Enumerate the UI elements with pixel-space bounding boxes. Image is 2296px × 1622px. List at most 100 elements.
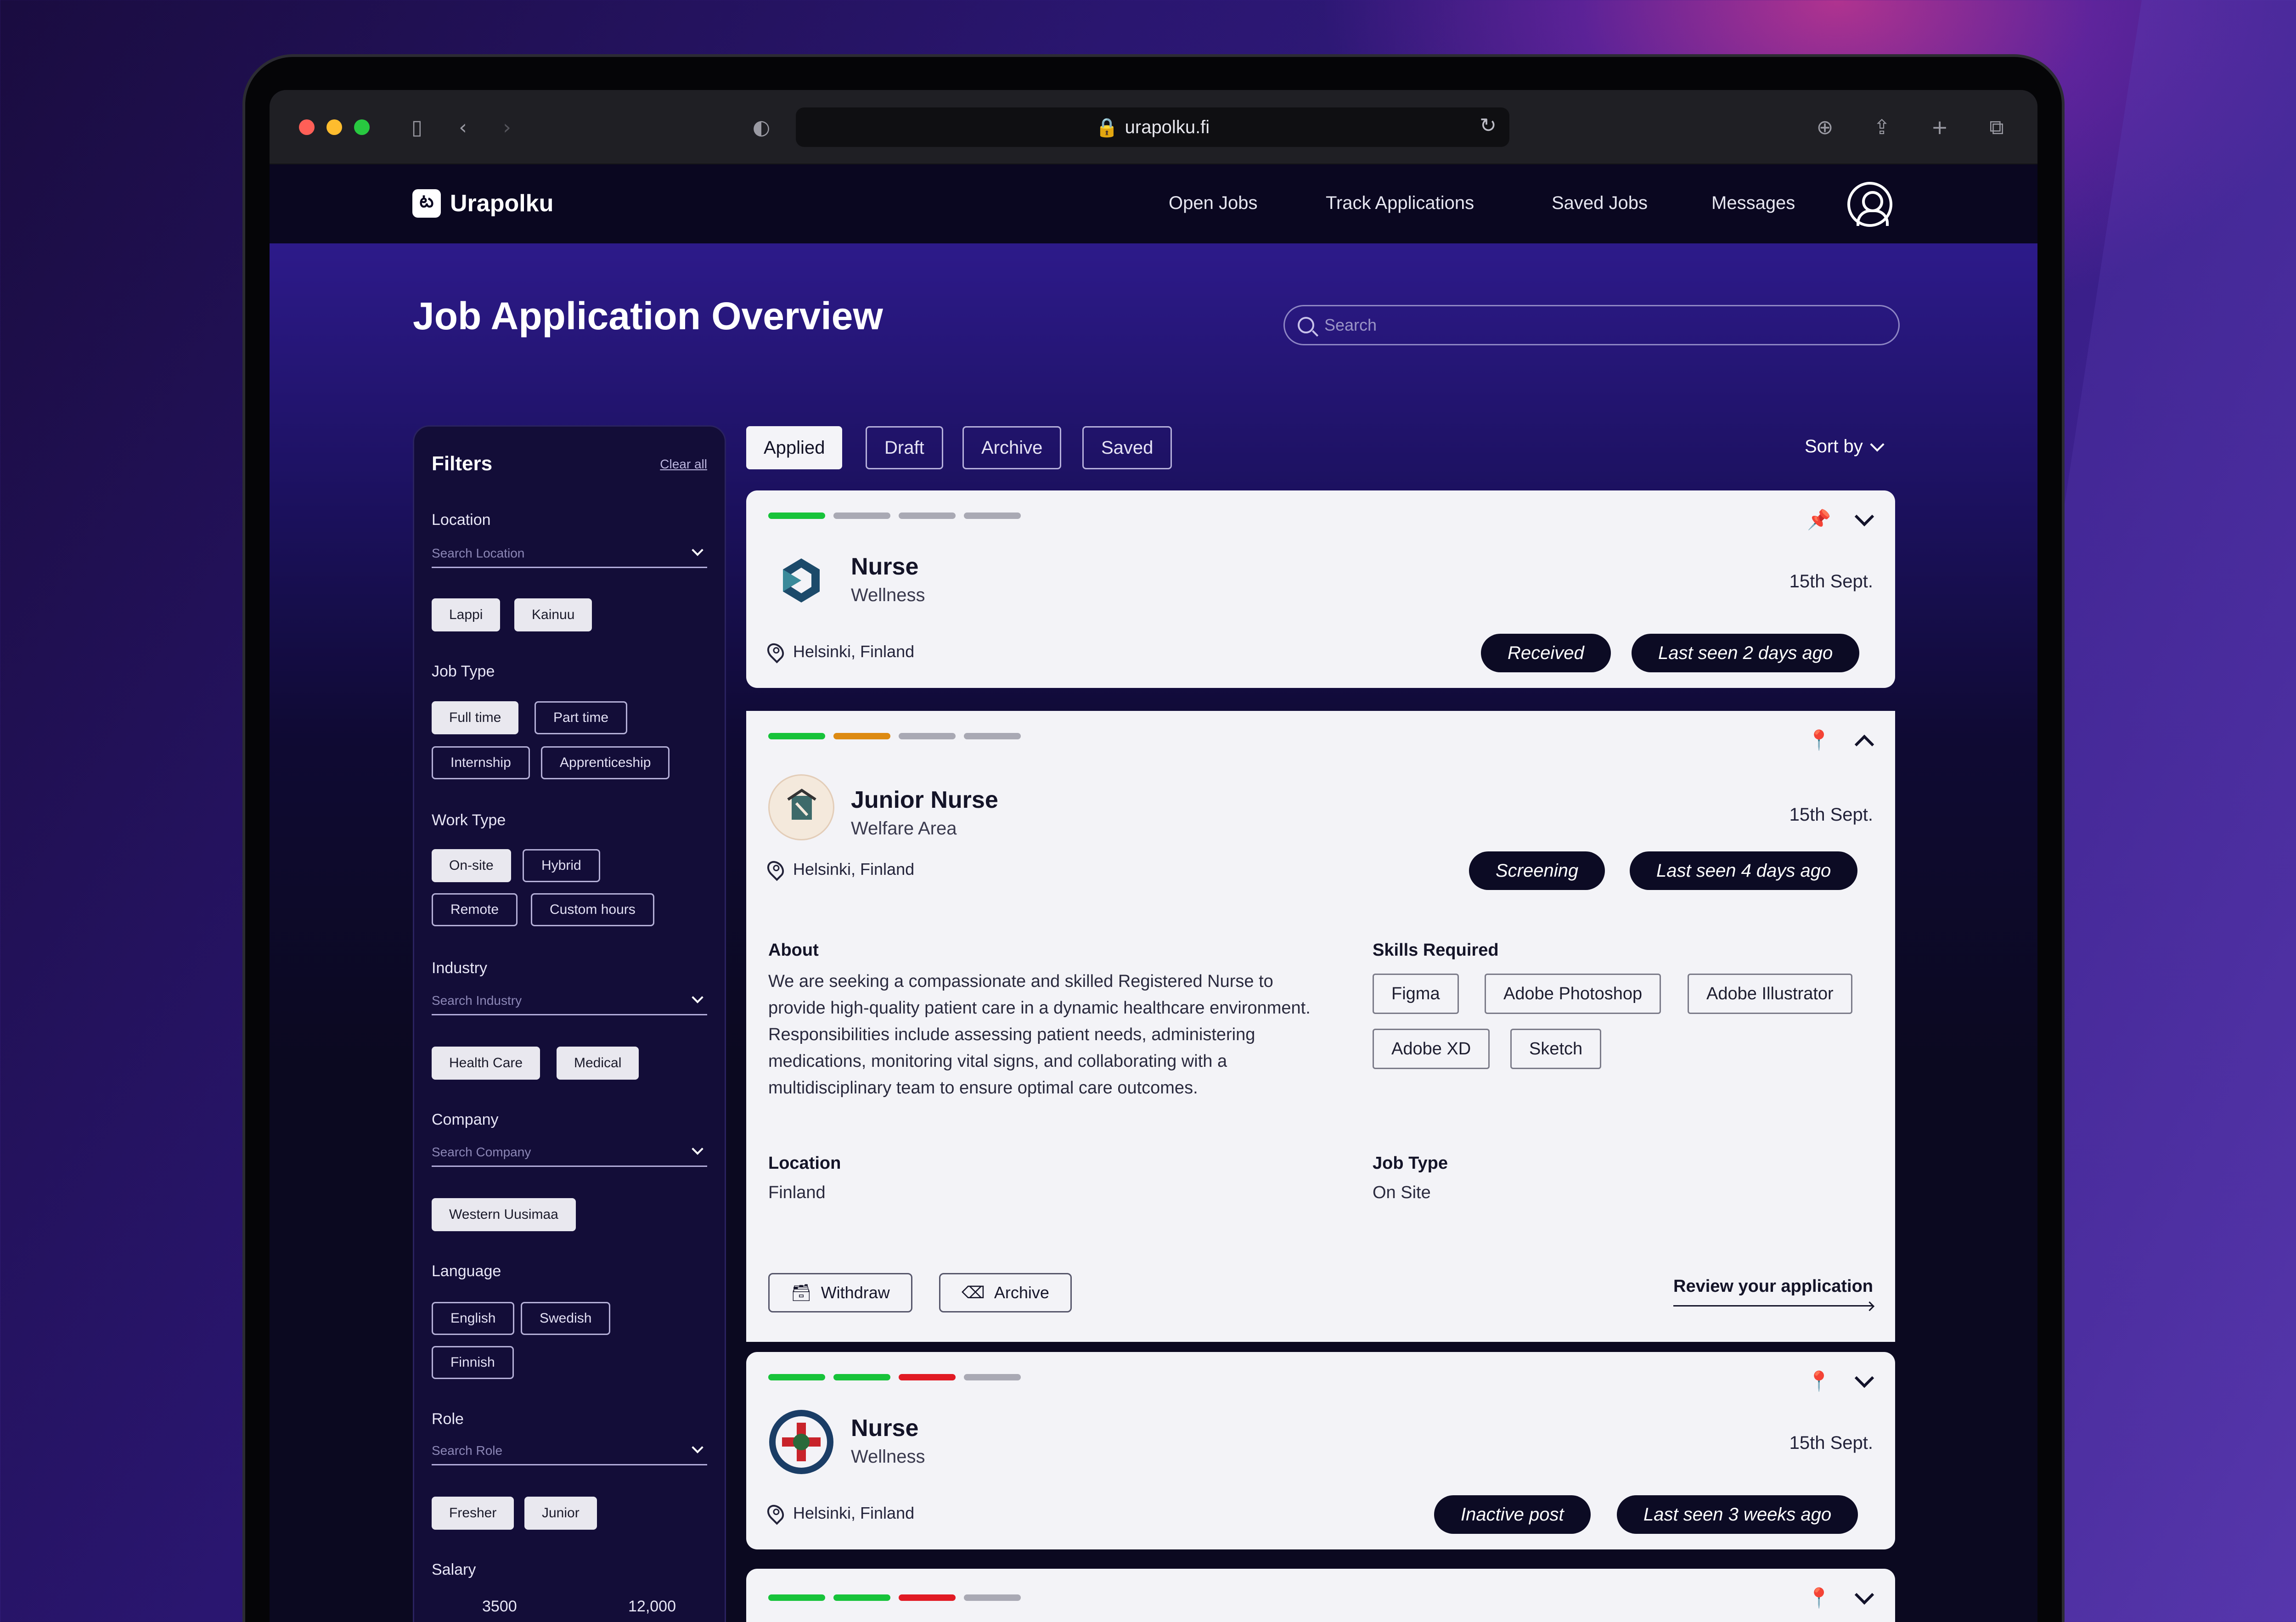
chip-hybrid[interactable]: Hybrid [523, 849, 600, 882]
chip-english[interactable]: English [432, 1302, 515, 1335]
address-bar[interactable]: 🔒 urapolku.fi ↻ [796, 107, 1509, 147]
status-badge: Inactive post [1434, 1495, 1591, 1534]
minimize-window-button[interactable] [326, 119, 342, 135]
tab-draft[interactable]: Draft [866, 426, 943, 469]
progress-steps [768, 733, 1021, 739]
chip-health-care[interactable]: Health Care [432, 1047, 540, 1080]
chip-junior[interactable]: Junior [524, 1497, 597, 1530]
skill-tag: Figma [1373, 974, 1459, 1014]
user-avatar-icon[interactable] [1847, 182, 1892, 227]
pin-outline-icon[interactable]: 📍 [1807, 729, 1831, 751]
chevron-down-icon[interactable] [1854, 1368, 1874, 1388]
filter-salary-label: Salary [432, 1561, 476, 1578]
chip-remote[interactable]: Remote [432, 893, 518, 926]
filters-panel: Filters Clear all Location Search Locati… [413, 425, 726, 1622]
pin-icon[interactable]: 📌 [1807, 509, 1831, 530]
nav-messages[interactable]: Messages [1711, 193, 1795, 214]
nav-track-applications[interactable]: Track Applications [1326, 193, 1474, 214]
tab-archive[interactable]: Archive [962, 426, 1062, 469]
withdraw-button[interactable]: 🗃 Withdraw [768, 1273, 912, 1312]
chip-lappi[interactable]: Lappi [432, 598, 501, 631]
company-logo [768, 774, 834, 840]
chip-part-time[interactable]: Part time [535, 701, 628, 734]
application-card[interactable]: 📍 [746, 1569, 1895, 1622]
brand-logo[interactable]: ట Urapolku [412, 189, 553, 218]
industry-search-placeholder: Search Industry [432, 993, 522, 1008]
about-text: We are seeking a compassionate and skill… [768, 972, 1311, 1098]
tab-applied[interactable]: Applied [746, 426, 843, 469]
application-card-expanded[interactable]: 📍 Junior Nurse Welfare Area 15th Sept. H… [746, 711, 1895, 1342]
search-input[interactable] [1324, 315, 1875, 335]
industry-search-select[interactable]: Search Industry [432, 988, 707, 1015]
clear-all-link[interactable]: Clear all [660, 457, 707, 472]
progress-step [964, 513, 1021, 519]
chip-fresher[interactable]: Fresher [432, 1497, 514, 1530]
filter-location-label: Location [432, 511, 491, 529]
archive-button[interactable]: ⌫ Archive [939, 1273, 1072, 1312]
location-pin-icon [764, 857, 788, 881]
pin-outline-icon[interactable]: 📍 [1807, 1587, 1831, 1609]
location-value: Finland [768, 1183, 826, 1202]
chip-kainuu[interactable]: Kainuu [514, 598, 592, 631]
sort-by-label: Sort by [1805, 436, 1863, 456]
chip-internship[interactable]: Internship [432, 746, 530, 779]
chip-medical[interactable]: Medical [557, 1047, 639, 1080]
back-tag-icon: ⌫ [962, 1283, 985, 1302]
tab-overview-icon[interactable]: ⧉ [1982, 113, 2011, 141]
status-badge: Received [1481, 634, 1611, 672]
application-card[interactable]: 📍 Nurse Wellness 15th Sept. Helsinki, Fi… [746, 1352, 1895, 1549]
chip-custom-hours[interactable]: Custom hours [531, 893, 654, 926]
maximize-window-button[interactable] [354, 119, 370, 135]
review-application-label: Review your application [1673, 1277, 1873, 1296]
location-text: Helsinki, Finland [793, 1504, 915, 1522]
progress-step [899, 733, 956, 739]
withdraw-label: Withdraw [821, 1283, 890, 1302]
last-seen-badge: Last seen 4 days ago [1630, 851, 1858, 890]
chip-full-time[interactable]: Full time [432, 701, 519, 734]
reload-icon[interactable]: ↻ [1480, 114, 1497, 137]
back-icon[interactable]: ‹ [449, 113, 477, 141]
sort-by-dropdown[interactable]: Sort by [1805, 436, 1885, 457]
application-date: 15th Sept. [1789, 571, 1873, 591]
review-application-link[interactable]: Review your application [1673, 1277, 1873, 1307]
filters-title: Filters [432, 452, 493, 475]
chevron-down-icon [1870, 437, 1885, 452]
application-card[interactable]: 📌 Nurse Wellness 15th Sept. Helsinki, Fi… [746, 490, 1895, 688]
privacy-shield-icon[interactable]: ◐ [747, 113, 776, 141]
chip-on-site[interactable]: On-site [432, 849, 511, 882]
tab-saved[interactable]: Saved [1082, 426, 1172, 469]
company-search-select[interactable]: Search Company [432, 1139, 707, 1167]
job-type-value: On Site [1373, 1183, 1431, 1202]
location-text: Helsinki, Finland [793, 642, 915, 661]
sidebar-toggle-icon[interactable]: ▯ [403, 113, 431, 141]
salary-max: 12,000 [628, 1598, 676, 1615]
pin-outline-icon[interactable]: 📍 [1807, 1370, 1831, 1392]
search-box[interactable] [1283, 305, 1900, 345]
chip-swedish[interactable]: Swedish [521, 1302, 611, 1335]
main-content: Job Application Overview Filters Clear a… [270, 243, 2037, 1622]
chevron-down-icon[interactable] [1854, 507, 1874, 527]
job-title: Junior Nurse [851, 787, 998, 813]
chevron-down-icon[interactable] [1854, 1585, 1874, 1605]
arrow-right-icon [1673, 1305, 1873, 1307]
chip-finnish[interactable]: Finnish [432, 1346, 514, 1379]
download-icon[interactable]: ⊕ [1811, 113, 1839, 141]
progress-step [833, 1374, 890, 1380]
chevron-up-icon[interactable] [1854, 734, 1874, 755]
close-window-button[interactable] [299, 119, 315, 135]
new-tab-icon[interactable]: + [1925, 113, 1954, 141]
location-heading: Location [768, 1154, 841, 1173]
filter-work-type-label: Work Type [432, 811, 506, 829]
progress-step [833, 1594, 890, 1601]
job-location: Helsinki, Finland [764, 1501, 915, 1525]
forward-icon[interactable]: › [493, 113, 521, 141]
job-location: Helsinki, Finland [764, 640, 915, 664]
chip-apprenticeship[interactable]: Apprenticeship [541, 746, 670, 779]
chip-western-uusimaa[interactable]: Western Uusimaa [432, 1198, 576, 1231]
location-search-select[interactable]: Search Location [432, 541, 707, 568]
nav-saved-jobs[interactable]: Saved Jobs [1552, 193, 1648, 214]
job-type-heading: Job Type [1373, 1154, 1448, 1173]
share-icon[interactable]: ⇪ [1868, 113, 1896, 141]
role-search-select[interactable]: Search Role [432, 1438, 707, 1465]
nav-open-jobs[interactable]: Open Jobs [1169, 193, 1257, 214]
